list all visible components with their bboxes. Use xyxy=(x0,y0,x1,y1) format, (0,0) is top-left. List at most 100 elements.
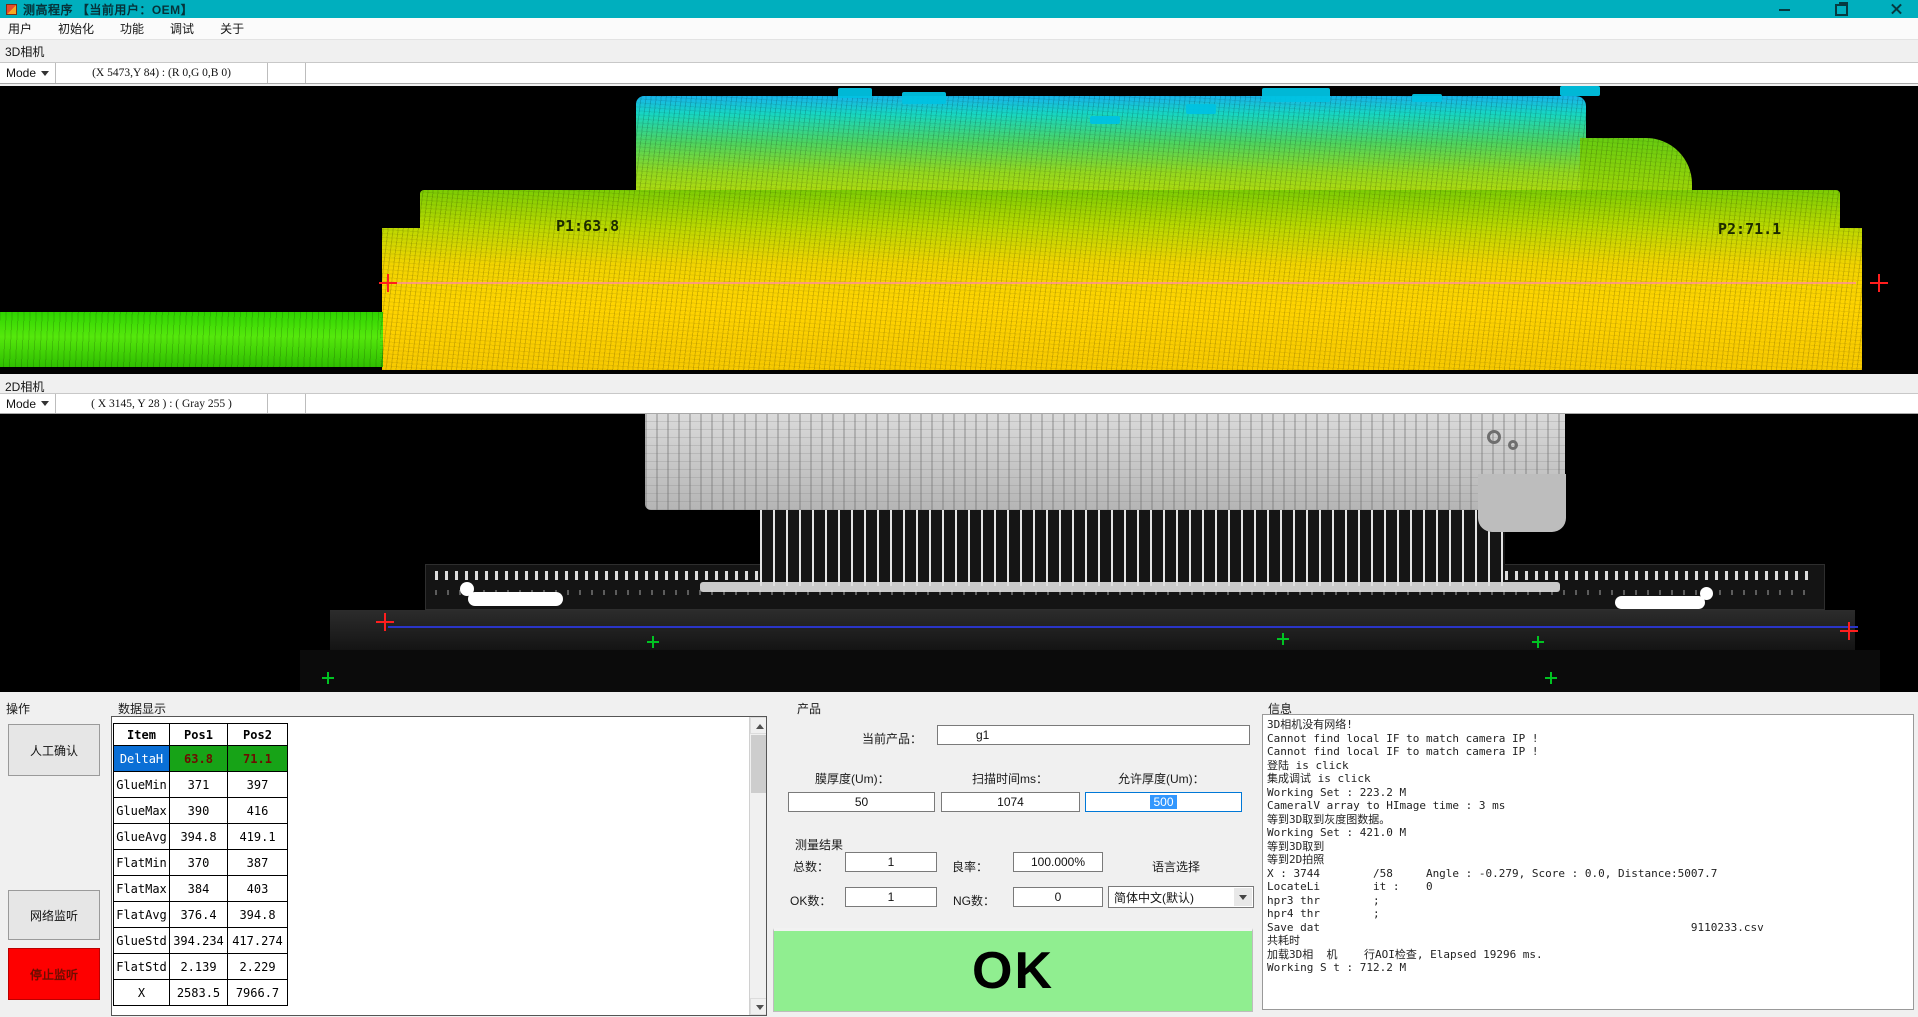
yield-field[interactable]: 100.000% xyxy=(1013,852,1103,872)
scan-time-field[interactable]: 1074 xyxy=(941,792,1080,812)
table-cell: FlatAvg xyxy=(114,902,170,928)
table-cell: GlueAvg xyxy=(114,824,170,850)
menu-item-2[interactable]: 功能 xyxy=(120,20,144,37)
ng-count-field[interactable]: 0 xyxy=(1013,887,1103,907)
status-segment xyxy=(268,63,306,83)
table-cell: 419.1 xyxy=(228,824,288,850)
manual-confirm-button[interactable]: 人工确认 xyxy=(8,724,100,776)
app-window: 测高程序 【当前用户：OEM】 用户初始化功能调试关于 3D相机 Mode (X… xyxy=(0,0,1918,1017)
table-cell: DeltaH xyxy=(114,746,170,772)
table-header: Pos1 xyxy=(170,724,228,746)
table-row[interactable]: GlueAvg394.8419.1 xyxy=(114,824,288,850)
close-button[interactable] xyxy=(1884,0,1910,18)
table-cell: 384 xyxy=(170,876,228,902)
stop-listen-button[interactable]: 停止监听 xyxy=(8,948,100,1000)
table-cell: X xyxy=(114,980,170,1006)
table-cell: 371 xyxy=(170,772,228,798)
camera3d-viewport[interactable]: P1:63.8 P2:71.1 xyxy=(0,86,1918,374)
camera3d-mode-dropdown[interactable]: Mode xyxy=(0,63,56,83)
table-row[interactable]: FlatMin370387 xyxy=(114,850,288,876)
table-cell: FlatMin xyxy=(114,850,170,876)
scan-time-label: 扫描时间ms： xyxy=(972,770,1048,787)
table-row[interactable]: FlatStd2.1392.229 xyxy=(114,954,288,980)
scrollbar-thumb[interactable] xyxy=(751,735,766,793)
table-cell: 390 xyxy=(170,798,228,824)
measure-line xyxy=(388,282,1856,284)
table-cell: GlueStd xyxy=(114,928,170,954)
yield-value: 100.000% xyxy=(1031,855,1085,869)
product-label: 产品 xyxy=(797,700,821,717)
camera3d-label: 3D相机 xyxy=(5,43,44,60)
reference-line xyxy=(388,626,1858,628)
camera2d-viewport[interactable] xyxy=(0,414,1918,692)
green-cross-marker xyxy=(322,672,334,684)
point-fragment xyxy=(1412,94,1442,102)
total-field[interactable]: 1 xyxy=(845,852,937,872)
table-row[interactable]: FlatMax384403 xyxy=(114,876,288,902)
data-display-label: 数据显示 xyxy=(118,700,166,717)
film-thickness-label: 膜厚度(Um)： xyxy=(815,770,890,787)
mode-label: Mode xyxy=(6,397,36,411)
table-cell: 394.8 xyxy=(228,902,288,928)
table-scrollbar[interactable] xyxy=(749,717,766,1015)
table-cell: 394.8 xyxy=(170,824,228,850)
camera2d-mode-bar: Mode ( X 3145, Y 28 ) : ( Gray 255 ) xyxy=(0,393,1918,414)
menu-item-3[interactable]: 调试 xyxy=(170,20,194,37)
allow-thickness-field[interactable]: 500 xyxy=(1085,792,1242,812)
table-cell: GlueMax xyxy=(114,798,170,824)
ok-count-field[interactable]: 1 xyxy=(845,887,937,907)
info-log-panel[interactable]: 3D相机没有网络!Cannot find local IF to match c… xyxy=(1262,714,1914,1010)
table-header: Pos2 xyxy=(228,724,288,746)
log-line: Working Set : 421.0 M xyxy=(1267,826,1913,840)
pcb-board-tab xyxy=(1478,474,1566,532)
log-line: 3D相机没有网络! xyxy=(1267,718,1913,732)
language-select[interactable]: 简体中文(默认) xyxy=(1108,886,1254,908)
table-row[interactable]: FlatAvg376.4394.8 xyxy=(114,902,288,928)
menu-item-1[interactable]: 初始化 xyxy=(58,20,94,37)
table-row[interactable]: GlueMin371397 xyxy=(114,772,288,798)
table-row[interactable]: GlueStd394.234417.274 xyxy=(114,928,288,954)
results-label: 测量结果 xyxy=(795,836,843,853)
menu-item-4[interactable]: 关于 xyxy=(220,20,244,37)
film-thickness-field[interactable]: 50 xyxy=(788,792,935,812)
log-line: Cannot find local IF to match camera IP … xyxy=(1267,745,1913,759)
scroll-up-icon[interactable] xyxy=(750,717,767,734)
table-cell: 394.234 xyxy=(170,928,228,954)
table-header-row: ItemPos1Pos2 xyxy=(114,724,288,746)
current-product-label: 当前产品： xyxy=(862,730,922,747)
current-product-value: g1 xyxy=(976,728,989,742)
pcb-hole xyxy=(1508,440,1518,450)
table-cell: 71.1 xyxy=(228,746,288,772)
scroll-down-icon[interactable] xyxy=(750,998,767,1015)
table-row[interactable]: DeltaH63.871.1 xyxy=(114,746,288,772)
camera2d-pixel-status: ( X 3145, Y 28 ) : ( Gray 255 ) xyxy=(56,394,268,413)
log-line: Cannot find local IF to match camera IP … xyxy=(1267,732,1913,746)
minimize-button[interactable] xyxy=(1772,0,1798,18)
operations-label: 操作 xyxy=(6,700,30,717)
network-listen-button[interactable]: 网络监听 xyxy=(8,890,100,940)
chevron-down-icon xyxy=(41,71,49,76)
ng-count-label: NG数： xyxy=(953,892,995,909)
p2-cross-marker xyxy=(1870,274,1888,292)
current-product-field[interactable]: g1 xyxy=(937,725,1250,745)
table-cell: 376.4 xyxy=(170,902,228,928)
maximize-button[interactable] xyxy=(1828,0,1854,18)
log-line: Working S t : 712.2 M xyxy=(1267,961,1913,975)
p1-cross-marker xyxy=(379,274,397,292)
glue-blob-left-tip xyxy=(460,582,474,596)
pcb-hole xyxy=(1487,430,1501,444)
table-cell: 417.274 xyxy=(228,928,288,954)
table-cell: FlatMax xyxy=(114,876,170,902)
table-row[interactable]: GlueMax390416 xyxy=(114,798,288,824)
table-cell: 2.229 xyxy=(228,954,288,980)
point-fragment xyxy=(902,92,946,104)
camera2d-mode-dropdown[interactable]: Mode xyxy=(0,394,56,413)
table-row[interactable]: X2583.57966.7 xyxy=(114,980,288,1006)
language-selected-value: 简体中文(默认) xyxy=(1114,889,1194,906)
menu-item-0[interactable]: 用户 xyxy=(8,20,32,37)
table-cell: 370 xyxy=(170,850,228,876)
log-line: 等到3D取到 xyxy=(1267,840,1913,854)
allow-thickness-label: 允许厚度(Um)： xyxy=(1118,770,1205,787)
log-line: hpr3 thr ; xyxy=(1267,894,1913,908)
status-segment xyxy=(268,394,306,413)
